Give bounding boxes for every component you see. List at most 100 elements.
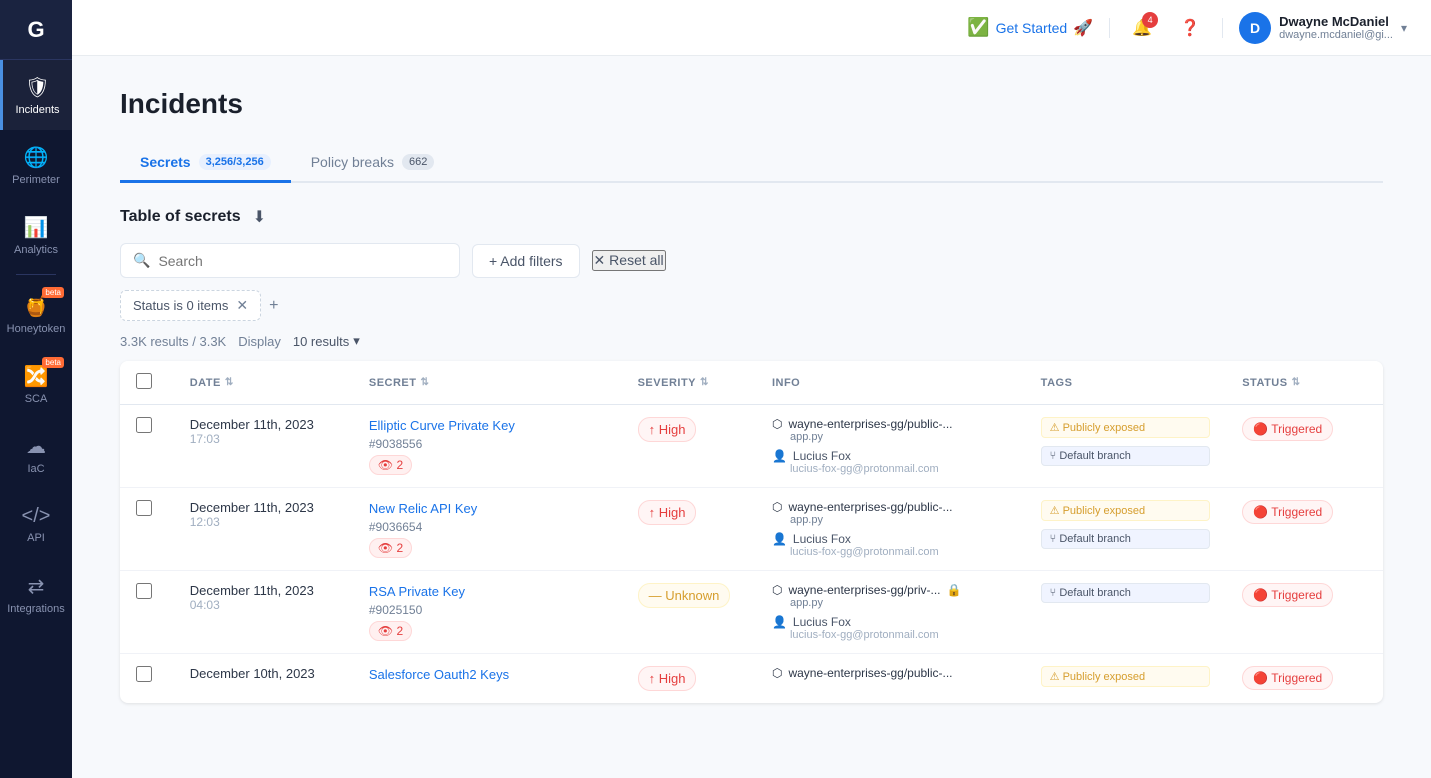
severity-badge-0: ↑ High <box>638 417 697 442</box>
th-severity[interactable]: SEVERITY ⇅ <box>622 361 756 405</box>
info-email-2: lucius-fox-gg@protonmail.com <box>790 629 1009 641</box>
sidebar-item-perimeter[interactable]: 🌐 Perimeter <box>0 130 72 200</box>
download-icon[interactable]: ⬇ <box>253 207 266 227</box>
secret-link-0[interactable]: Elliptic Curve Private Key <box>369 418 515 433</box>
tab-secrets-label: Secrets <box>140 154 191 170</box>
th-tags: TAGS <box>1025 361 1227 405</box>
secret-views-2: 👁 2 <box>369 621 412 641</box>
get-started-button[interactable]: ✅ Get Started 🚀 <box>967 17 1093 38</box>
reset-all-button[interactable]: ✕ Reset all <box>592 250 666 271</box>
tabs: Secrets 3,256/3,256 Policy breaks 662 <box>120 144 1383 183</box>
display-select[interactable]: 10 results ▾ <box>293 333 360 349</box>
info-user-name-1: Lucius Fox <box>793 532 851 546</box>
tab-policy-breaks[interactable]: Policy breaks 662 <box>291 144 455 183</box>
lock-icon-2: 🔒 <box>947 583 962 597</box>
sidebar-item-iac[interactable]: ☁ IaC <box>0 419 72 489</box>
date-time-1: 12:03 <box>190 515 337 529</box>
date-time-0: 17:03 <box>190 432 337 446</box>
th-status[interactable]: STATUS ⇅ <box>1226 361 1383 405</box>
filter-tag-remove[interactable]: ✕ <box>236 297 248 314</box>
info-user-1: 👤 Lucius Fox <box>772 532 1009 546</box>
tag-0-1: ⑂ Default branch <box>1041 446 1211 466</box>
secret-link-3[interactable]: Salesforce Oauth2 Keys <box>369 667 509 682</box>
repo-name-2: wayne-enterprises-gg/priv-... <box>788 583 940 597</box>
table-row: December 11th, 2023 12:03 New Relic API … <box>120 488 1383 571</box>
main-wrapper: ✅ Get Started 🚀 🔔 4 ❓ D Dwayne McDaniel … <box>72 0 1431 778</box>
row-checkbox-0[interactable] <box>136 417 152 433</box>
row-date-0: December 11th, 2023 17:03 <box>174 405 353 488</box>
check-circle-icon: ✅ <box>967 17 989 38</box>
tag-1-0: ⚠ Publicly exposed <box>1041 500 1211 521</box>
tab-secrets[interactable]: Secrets 3,256/3,256 <box>120 144 291 183</box>
sidebar-item-honeytoken[interactable]: beta 🍯 Honeytoken <box>0 279 72 349</box>
row-severity-0: ↑ High <box>622 405 756 488</box>
github-icon-1: ⬡ <box>772 500 782 514</box>
question-icon: ❓ <box>1180 18 1200 38</box>
results-info: 3.3K results / 3.3K Display 10 results ▾ <box>120 333 1383 349</box>
info-user-name-0: Lucius Fox <box>793 449 851 463</box>
select-all-checkbox[interactable] <box>136 373 152 389</box>
status-badge-2: 🔴 Triggered <box>1242 583 1333 607</box>
rocket-icon: 🚀 <box>1073 18 1093 38</box>
tag-1-1: ⑂ Default branch <box>1041 529 1211 549</box>
sidebar-item-analytics[interactable]: 📊 Analytics <box>0 200 72 270</box>
sidebar-item-incidents[interactable]: 🛡 Incidents <box>0 60 72 130</box>
github-icon-2: ⬡ <box>772 583 782 597</box>
sidebar-label-incidents: Incidents <box>15 104 59 116</box>
row-secret-2: RSA Private Key #9025150 👁 2 <box>353 571 622 654</box>
topbar-separator-2 <box>1222 18 1223 38</box>
th-date[interactable]: DATE ⇅ <box>174 361 353 405</box>
row-checkbox-2[interactable] <box>136 583 152 599</box>
notification-count: 4 <box>1142 12 1158 28</box>
filter-tags: Status is 0 items ✕ + <box>120 290 1383 321</box>
table-row: December 11th, 2023 04:03 RSA Private Ke… <box>120 571 1383 654</box>
page-content: Incidents Secrets 3,256/3,256 Policy bre… <box>72 56 1431 778</box>
info-user-0: 👤 Lucius Fox <box>772 449 1009 463</box>
sidebar-divider <box>16 274 56 275</box>
severity-badge-1: ↑ High <box>638 500 697 525</box>
filter-tag-add[interactable]: + <box>269 297 278 315</box>
add-filters-button[interactable]: + Add filters <box>472 244 580 278</box>
row-tags-2: ⑂ Default branch <box>1025 571 1227 654</box>
globe-icon: 🌐 <box>24 145 49 170</box>
tags-col-3: ⚠ Publicly exposed <box>1041 666 1211 691</box>
get-started-label: Get Started <box>996 20 1068 36</box>
sidebar-item-sca[interactable]: beta 🔀 SCA <box>0 349 72 419</box>
row-check-0 <box>120 405 174 488</box>
secret-link-2[interactable]: RSA Private Key <box>369 584 465 599</box>
row-checkbox-1[interactable] <box>136 500 152 516</box>
user-menu[interactable]: D Dwayne McDaniel dwayne.mcdaniel@gi... … <box>1239 12 1407 44</box>
info-repo-2: ⬡ wayne-enterprises-gg/priv-... 🔒 <box>772 583 1009 597</box>
info-user-name-2: Lucius Fox <box>793 615 851 629</box>
sidebar-label-sca: SCA <box>25 393 48 405</box>
row-tags-3: ⚠ Publicly exposed <box>1025 654 1227 704</box>
sidebar: G 🛡 Incidents 🌐 Perimeter 📊 Analytics be… <box>0 0 72 778</box>
help-button[interactable]: ❓ <box>1174 12 1206 44</box>
secret-id-1: #9036654 <box>369 520 606 534</box>
user-name: Dwayne McDaniel <box>1279 14 1393 29</box>
sidebar-label-perimeter: Perimeter <box>12 174 60 186</box>
search-input[interactable] <box>158 253 447 269</box>
user-icon-1: 👤 <box>772 532 787 546</box>
secret-link-1[interactable]: New Relic API Key <box>369 501 477 516</box>
table-row: December 11th, 2023 17:03 Elliptic Curve… <box>120 405 1383 488</box>
sidebar-label-api: API <box>27 532 45 544</box>
sort-date-icon: ⇅ <box>225 377 234 388</box>
sidebar-item-api[interactable]: </> API <box>0 489 72 559</box>
repo-name-0: wayne-enterprises-gg/public-... <box>788 417 952 431</box>
date-primary-1: December 11th, 2023 <box>190 500 337 515</box>
table-row: December 10th, 2023 Salesforce Oauth2 Ke… <box>120 654 1383 704</box>
tags-col-1: ⚠ Publicly exposed ⑂ Default branch <box>1041 500 1211 553</box>
cloud-icon: ☁ <box>26 434 46 459</box>
user-email: dwayne.mcdaniel@gi... <box>1279 29 1393 41</box>
sort-secret-icon: ⇅ <box>421 377 430 388</box>
sidebar-label-integrations: Integrations <box>7 603 64 615</box>
topbar-separator <box>1109 18 1110 38</box>
sidebar-item-integrations[interactable]: ⇄ Integrations <box>0 559 72 629</box>
display-label: Display <box>238 334 281 349</box>
th-secret[interactable]: SECRET ⇅ <box>353 361 622 405</box>
row-checkbox-3[interactable] <box>136 666 152 682</box>
notifications-button[interactable]: 🔔 4 <box>1126 12 1158 44</box>
chevron-display-icon: ▾ <box>353 333 360 349</box>
row-tags-0: ⚠ Publicly exposed⑂ Default branch <box>1025 405 1227 488</box>
